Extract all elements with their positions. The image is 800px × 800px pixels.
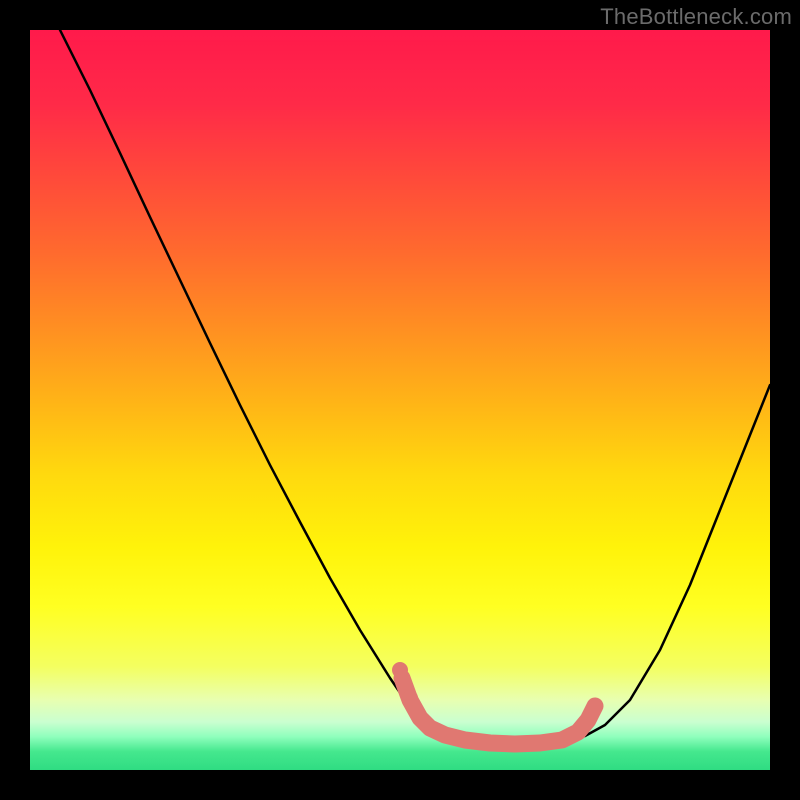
bottleneck-chart — [30, 30, 770, 770]
gradient-background — [30, 30, 770, 770]
chart-frame — [30, 30, 770, 770]
watermark-text: TheBottleneck.com — [600, 4, 792, 30]
